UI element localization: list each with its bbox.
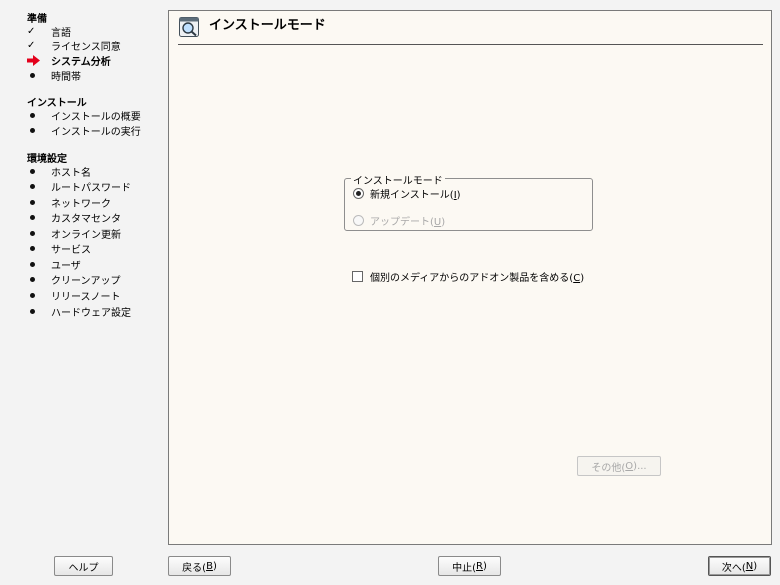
step-label: ネットワーク (51, 198, 111, 210)
step-online-update: オンライン更新 (27, 226, 121, 241)
radio-label: 新規インストール(I) (370, 189, 461, 201)
bullet-icon (30, 214, 35, 220)
back-button[interactable]: 戻る(B) (168, 556, 231, 576)
current-step-arrow-icon (27, 54, 41, 66)
step-users: ユーザ (27, 257, 81, 272)
step-label: ライセンス同意 (51, 41, 121, 53)
checkmark-icon: ✓ (27, 39, 36, 51)
radio-button[interactable] (353, 187, 364, 199)
step-label: オンライン更新 (51, 229, 121, 241)
step-network: ネットワーク (27, 195, 111, 210)
radio-new-install[interactable]: 新規インストール(I) (353, 186, 461, 201)
step-label: ホスト名 (51, 167, 91, 179)
bullet-icon (30, 199, 35, 205)
step-label: システム分析 (51, 56, 111, 68)
other-button[interactable]: その他(O)... (577, 456, 661, 476)
step-label: ユーザ (51, 260, 81, 272)
bullet-icon (30, 168, 35, 174)
step-label: カスタマセンタ (51, 213, 121, 225)
bullet-icon (30, 112, 35, 118)
step-label: インストールの実行 (51, 126, 141, 138)
bullet-icon (30, 292, 35, 298)
help-button[interactable]: ヘルプ (54, 556, 113, 576)
step-customer-center: カスタマセンタ (27, 210, 121, 225)
step-label: サービス (51, 244, 91, 256)
step-label: ハードウェア設定 (51, 307, 131, 319)
page-title: インストールモード (209, 18, 326, 33)
step-install-summary: インストールの概要 (27, 108, 141, 123)
checkbox-box[interactable] (352, 270, 363, 282)
checkmark-icon: ✓ (27, 25, 36, 37)
section-title-prepare: 準備 (27, 14, 47, 25)
next-button[interactable]: 次へ(N) (708, 556, 771, 576)
step-system-analysis: システム分析 (27, 53, 111, 68)
step-label: 言語 (51, 27, 71, 39)
radio-update[interactable]: アップデート(U) (353, 213, 446, 228)
step-hostname: ホスト名 (27, 164, 91, 179)
step-label: インストールの概要 (51, 111, 141, 123)
step-label: クリーンアップ (51, 275, 121, 287)
bullet-icon (30, 127, 35, 133)
header-divider (178, 44, 763, 45)
bullet-icon (30, 276, 35, 282)
main-panel: インストールモード インストールモード 新規インストール(I) アップデート(U… (168, 10, 772, 545)
step-install-run: インストールの実行 (27, 123, 141, 138)
bullet-icon (30, 261, 35, 267)
step-release-notes: リリースノート (27, 288, 121, 303)
bullet-icon (30, 183, 35, 189)
radio-label: アップデート(U) (370, 216, 446, 228)
abort-button[interactable]: 中止(R) (438, 556, 501, 576)
bullet-icon (30, 308, 35, 314)
step-license: ✓ ライセンス同意 (27, 38, 121, 53)
radio-selected-dot (356, 190, 361, 196)
step-label: 時間帯 (51, 71, 81, 83)
bullet-icon (30, 245, 35, 251)
step-cleanup: クリーンアップ (27, 272, 121, 287)
step-label: ルートパスワード (51, 182, 131, 194)
step-root-password: ルートパスワード (27, 179, 131, 194)
step-timezone: 時間帯 (27, 68, 81, 83)
radio-button[interactable] (353, 214, 364, 226)
magnifier-window-icon (179, 17, 199, 37)
checkbox-label: 個別のメディアからのアドオン製品を含める(C) (370, 272, 585, 284)
steps-sidebar: 準備 ✓ 言語 ✓ ライセンス同意 システム分析 時間帯 インストール インスト… (0, 0, 165, 540)
step-hardware-config: ハードウェア設定 (27, 304, 131, 319)
install-mode-group: インストールモード 新規インストール(I) アップデート(U) (344, 172, 593, 231)
bullet-icon (30, 72, 35, 78)
step-label: リリースノート (51, 291, 121, 303)
step-services: サービス (27, 241, 91, 256)
step-language: ✓ 言語 (27, 24, 71, 39)
addon-products-checkbox[interactable]: 個別のメディアからのアドオン製品を含める(C) (352, 269, 585, 284)
bullet-icon (30, 230, 35, 236)
